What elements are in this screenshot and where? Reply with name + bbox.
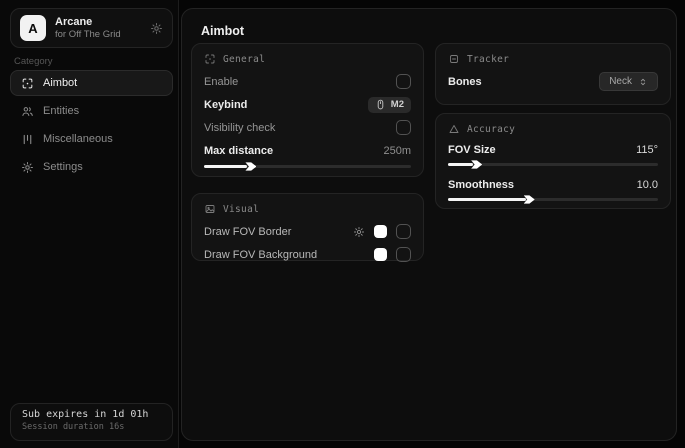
general-card: General Enable Keybind M2 Visibility che…	[191, 43, 424, 177]
tracker-card-header: Tracker	[448, 53, 658, 65]
app-subtitle: for Off The Grid	[55, 29, 121, 40]
sidebar-item-label: Entities	[43, 105, 79, 117]
keybind-row: Keybind M2	[204, 93, 411, 116]
gear-icon	[21, 161, 34, 174]
keybind-label: Keybind	[204, 99, 247, 111]
tracker-card: Tracker Bones Neck	[435, 43, 671, 105]
category-label: Category	[14, 56, 53, 67]
columns-icon	[21, 133, 34, 146]
app-logo: A	[20, 15, 46, 41]
fov-size-slider[interactable]	[448, 163, 658, 166]
crosshair-icon	[21, 77, 34, 90]
smoothness-slider[interactable]	[448, 198, 658, 201]
enable-checkbox[interactable]	[396, 74, 411, 89]
page-title: Aimbot	[201, 24, 244, 38]
gear-icon[interactable]	[150, 22, 163, 35]
session-duration-text: Session duration 16s	[22, 422, 161, 432]
crosshair-icon	[204, 53, 216, 65]
max-distance-value: 250m	[383, 145, 411, 157]
max-distance-slider-thumb[interactable]	[245, 161, 256, 172]
max-distance-label: Max distance	[204, 145, 273, 157]
sidebar-item-label: Settings	[43, 161, 83, 173]
accuracy-card: Accuracy FOV Size 115° Smoothness 10.0	[435, 113, 671, 209]
accuracy-card-title: Accuracy	[467, 124, 515, 135]
max-distance-row: Max distance 250m	[204, 139, 411, 162]
smoothness-slider-fill	[448, 198, 526, 201]
smoothness-slider-thumb[interactable]	[524, 194, 535, 205]
sidebar-item-aimbot[interactable]: Aimbot	[10, 70, 173, 96]
fov-border-row: Draw FOV Border	[204, 220, 411, 243]
max-distance-slider-fill	[204, 165, 247, 168]
enable-label: Enable	[204, 76, 238, 88]
app-name: Arcane	[55, 16, 121, 28]
fov-background-color-swatch[interactable]	[374, 248, 387, 261]
visibility-check-checkbox[interactable]	[396, 120, 411, 135]
tracker-icon	[448, 53, 460, 65]
sidebar-item-label: Aimbot	[43, 77, 77, 89]
bones-selected-value: Neck	[609, 76, 632, 87]
sidebar-item-settings[interactable]: Settings	[10, 154, 173, 180]
max-distance-slider[interactable]	[204, 165, 411, 168]
entities-icon	[21, 105, 34, 118]
fov-size-slider-fill	[448, 163, 473, 166]
fov-background-controls	[374, 247, 411, 262]
image-icon	[204, 203, 216, 215]
visual-card: Visual Draw FOV Border Draw FOV Backgrou…	[191, 193, 424, 261]
fov-size-slider-thumb[interactable]	[471, 159, 482, 170]
general-card-header: General	[204, 53, 411, 65]
visual-card-title: Visual	[223, 204, 259, 215]
visibility-check-label: Visibility check	[204, 122, 275, 134]
brand-card: A Arcane for Off The Grid	[10, 8, 173, 48]
mouse-icon	[375, 99, 386, 110]
smoothness-row: Smoothness 10.0	[448, 175, 658, 195]
fov-border-checkbox[interactable]	[396, 224, 411, 239]
fov-background-checkbox[interactable]	[396, 247, 411, 262]
gear-icon[interactable]	[353, 226, 365, 238]
sidebar-nav: Aimbot Entities Miscellaneous	[10, 70, 173, 180]
fov-border-controls	[353, 224, 411, 239]
sidebar-item-entities[interactable]: Entities	[10, 98, 173, 124]
keybind-value: M2	[391, 99, 404, 110]
accuracy-card-header: Accuracy	[448, 123, 658, 135]
bones-select[interactable]: Neck	[599, 72, 658, 91]
keybind-button[interactable]: M2	[368, 97, 411, 113]
fov-background-row: Draw FOV Background	[204, 243, 411, 266]
chevrons-up-down-icon	[638, 77, 648, 87]
visibility-check-row: Visibility check	[204, 116, 411, 139]
fov-size-label: FOV Size	[448, 144, 496, 156]
sidebar-item-label: Miscellaneous	[43, 133, 113, 145]
triangle-icon	[448, 123, 460, 135]
tracker-card-title: Tracker	[467, 54, 509, 65]
sub-expiry-text: Sub expires in 1d 01h	[22, 409, 161, 420]
general-card-title: General	[223, 54, 265, 65]
visual-card-header: Visual	[204, 203, 411, 215]
fov-background-label: Draw FOV Background	[204, 249, 317, 261]
fov-size-value: 115°	[636, 144, 658, 156]
bones-label: Bones	[448, 76, 482, 88]
smoothness-value: 10.0	[637, 179, 658, 191]
brand-text: Arcane for Off The Grid	[55, 16, 121, 40]
sidebar: A Arcane for Off The Grid Category Aimbo…	[0, 0, 179, 448]
fov-border-color-swatch[interactable]	[374, 225, 387, 238]
bones-row: Bones Neck	[448, 70, 658, 93]
main-panel: Aimbot General Enable Keybind	[181, 8, 677, 441]
subscription-card: Sub expires in 1d 01h Session duration 1…	[10, 403, 173, 441]
sidebar-item-miscellaneous[interactable]: Miscellaneous	[10, 126, 173, 152]
smoothness-label: Smoothness	[448, 179, 514, 191]
fov-size-row: FOV Size 115°	[448, 140, 658, 160]
enable-row: Enable	[204, 70, 411, 93]
fov-border-label: Draw FOV Border	[204, 226, 291, 238]
